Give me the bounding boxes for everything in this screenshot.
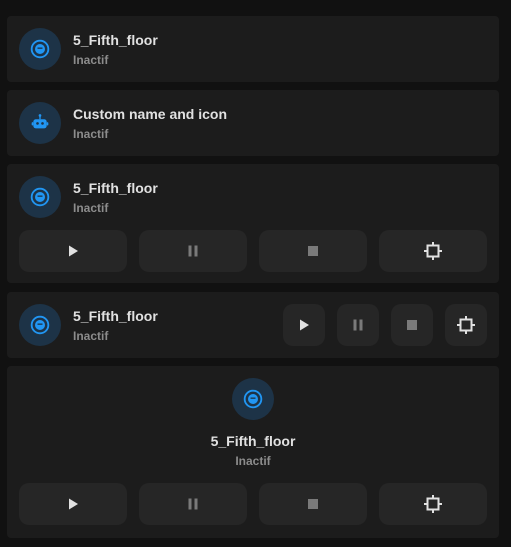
play-icon	[69, 498, 78, 510]
play-icon	[300, 319, 309, 331]
stop-icon	[308, 246, 318, 256]
pause-button[interactable]	[139, 483, 247, 525]
stop-icon	[308, 499, 318, 509]
entity-name: Custom name and icon	[73, 105, 228, 122]
entity-name: 5_Fifth_floor	[73, 307, 158, 324]
pause-icon	[188, 498, 198, 510]
robot-vacuum-icon[interactable]	[19, 176, 61, 218]
vacuum-card-3[interactable]: 5_Fifth_floor Inactif	[7, 164, 499, 283]
stop-button[interactable]	[259, 483, 367, 525]
robot-vacuum-icon[interactable]	[232, 378, 274, 420]
pause-icon	[188, 245, 198, 257]
play-icon	[69, 245, 78, 257]
stop-button[interactable]	[391, 304, 433, 346]
entity-name: 5_Fifth_floor	[73, 179, 158, 196]
locate-icon	[457, 316, 475, 334]
locate-button[interactable]	[379, 230, 487, 272]
pause-icon	[353, 319, 363, 331]
start-button[interactable]	[19, 483, 127, 525]
locate-button[interactable]	[445, 304, 487, 346]
entity-state: Inactif	[73, 126, 109, 141]
entity-state: Inactif	[73, 328, 109, 343]
vacuum-card-2[interactable]: Custom name and icon Inactif	[7, 90, 499, 156]
locate-icon	[424, 495, 442, 513]
locate-icon	[424, 242, 442, 260]
stop-button[interactable]	[259, 230, 367, 272]
start-button[interactable]	[283, 304, 325, 346]
vacuum-card-1[interactable]: 5_Fifth_floor Inactif	[7, 16, 499, 82]
robot-vacuum-icon[interactable]	[19, 304, 61, 346]
robot-vacuum-icon[interactable]	[19, 28, 61, 70]
entity-name: 5_Fifth_floor	[210, 433, 296, 449]
entity-state: Inactif	[73, 52, 109, 67]
locate-button[interactable]	[379, 483, 487, 525]
stop-icon	[407, 320, 417, 330]
entity-state: Inactif	[73, 200, 109, 215]
robot-icon[interactable]	[19, 102, 61, 144]
start-button[interactable]	[19, 230, 127, 272]
pause-button[interactable]	[337, 304, 379, 346]
pause-button[interactable]	[139, 230, 247, 272]
entity-name: 5_Fifth_floor	[73, 31, 158, 48]
vacuum-card-4[interactable]: 5_Fifth_floor Inactif	[7, 292, 499, 358]
entity-state: Inactif	[235, 454, 271, 468]
vacuum-card-5[interactable]: 5_Fifth_floor Inactif	[7, 366, 499, 538]
